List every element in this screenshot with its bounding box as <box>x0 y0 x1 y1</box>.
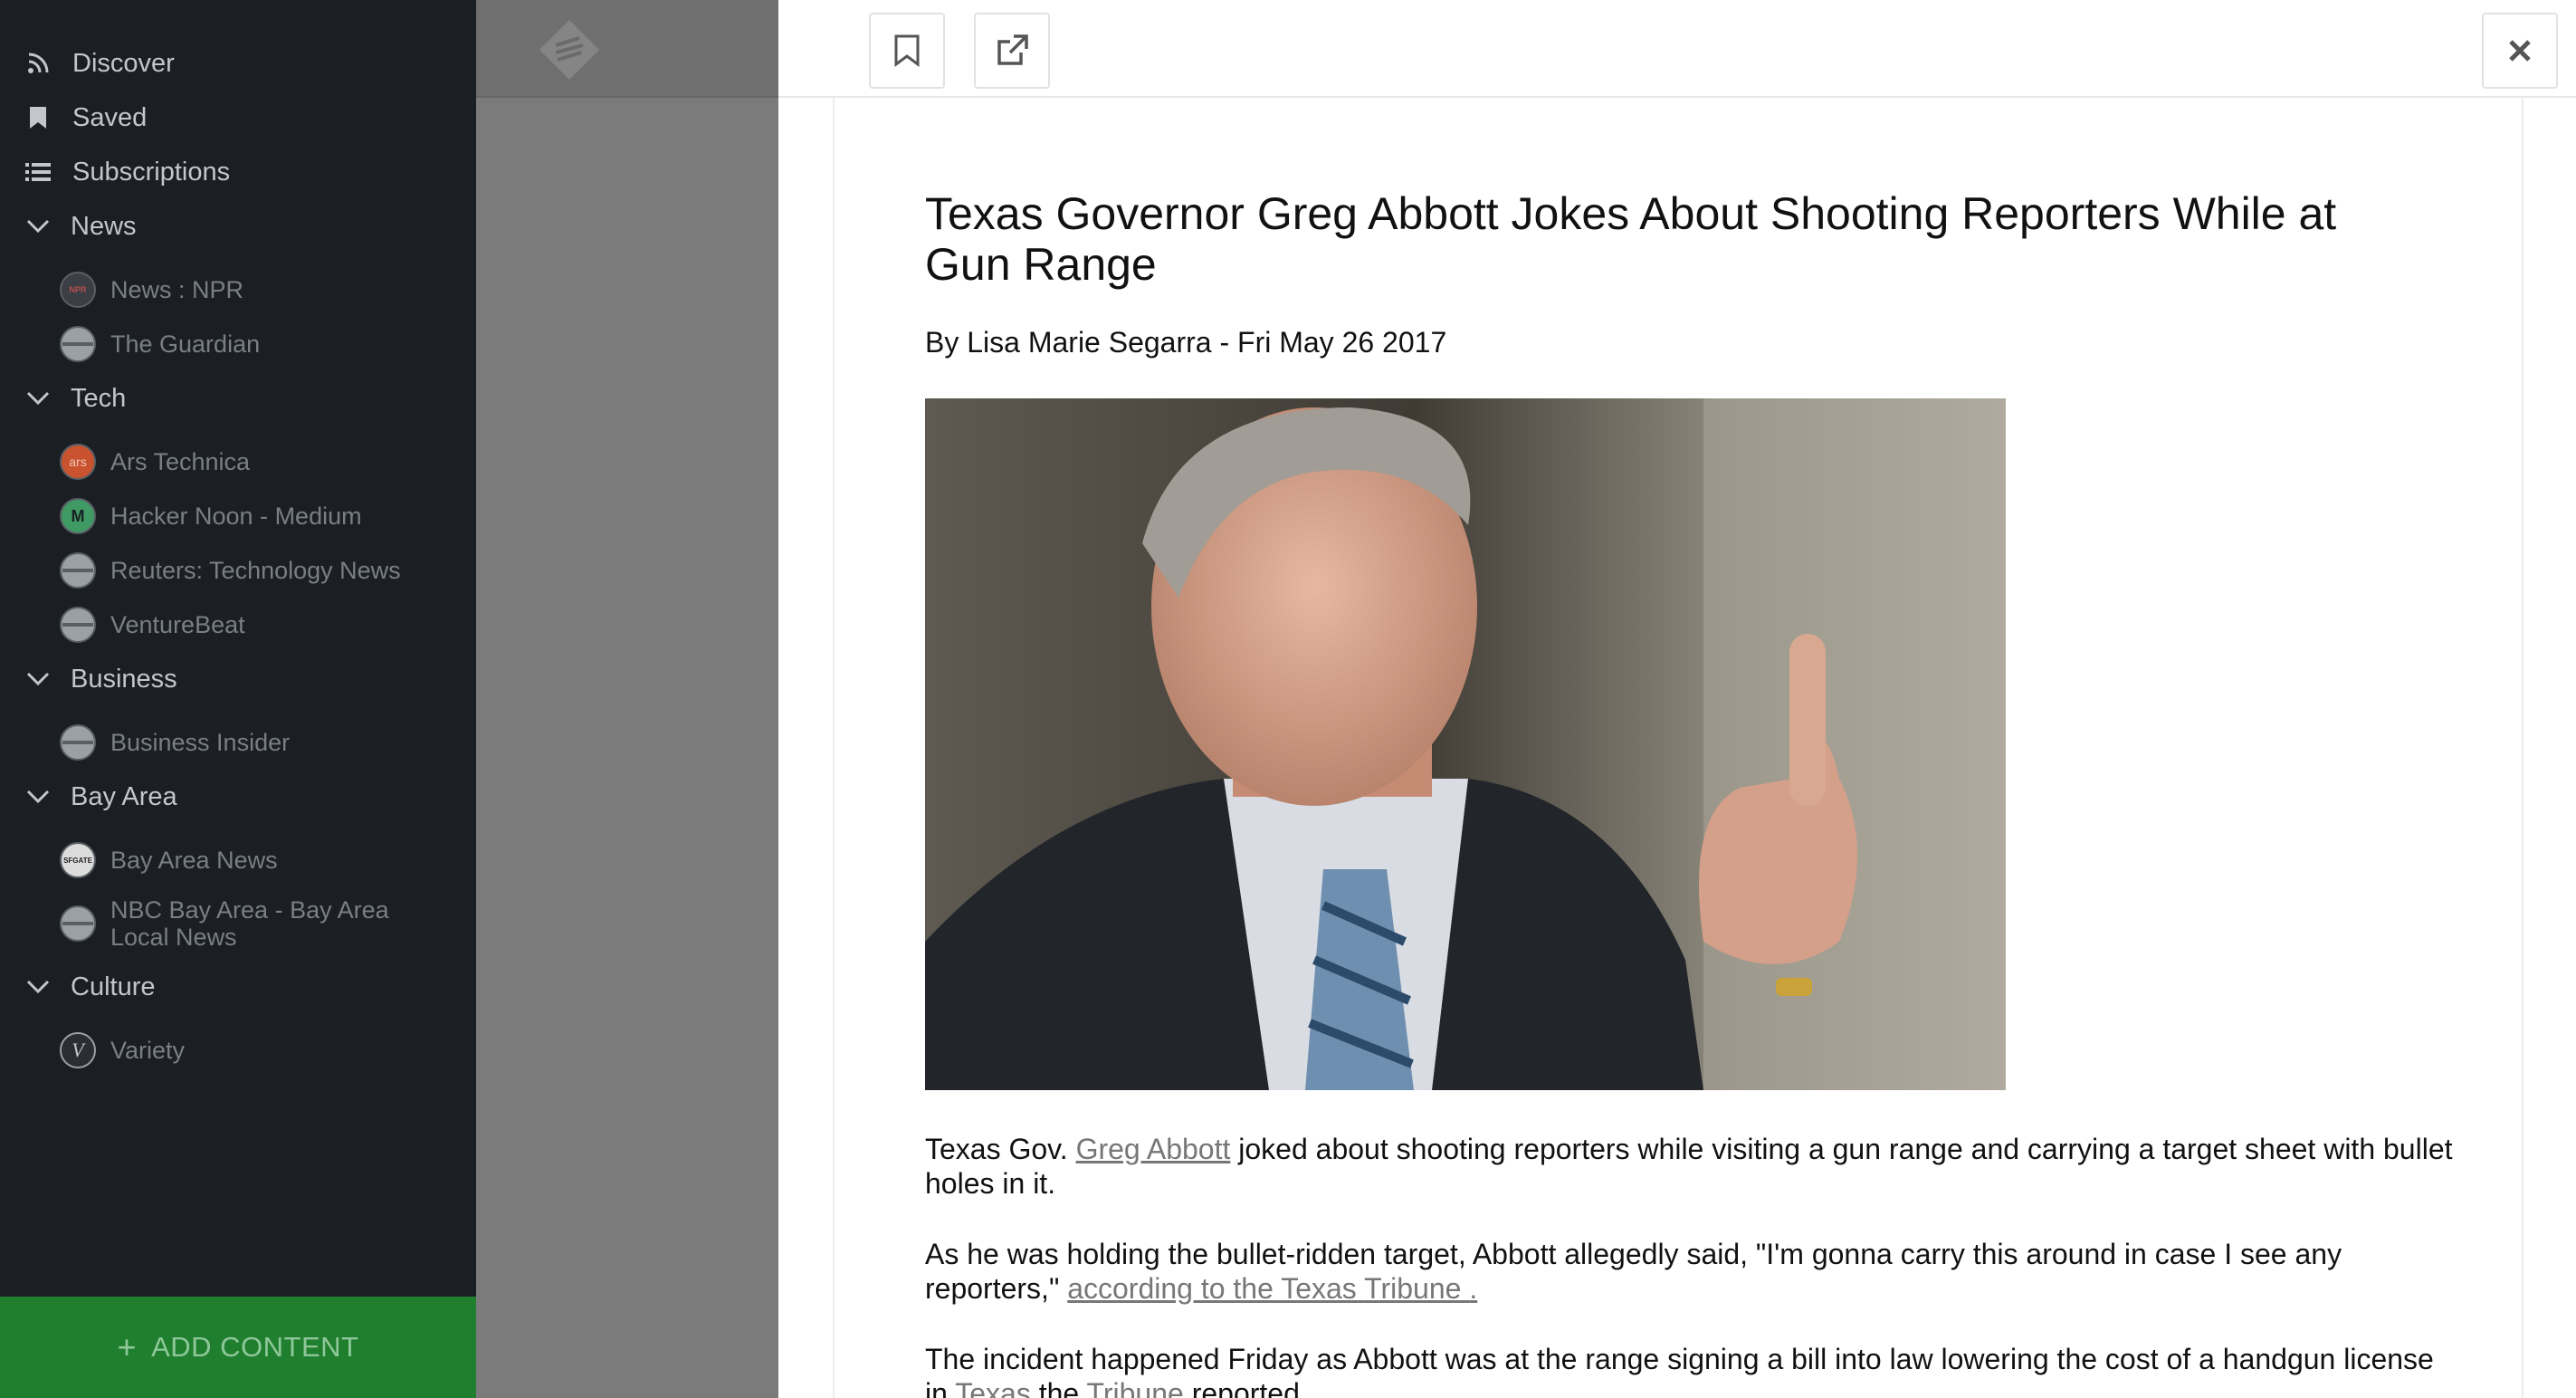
overlay-backdrop[interactable] <box>476 0 778 1398</box>
category-culture[interactable]: Culture <box>0 963 476 1010</box>
feed-nbc-bay-area[interactable]: NBC Bay Area - Bay Area Local News <box>0 895 476 953</box>
article-paragraph: As he was holding the bullet-ridden targ… <box>925 1237 2464 1306</box>
feed-label: Reuters: Technology News <box>110 556 401 584</box>
feed-label: Variety <box>110 1036 186 1064</box>
feed-label: NBC Bay Area - Bay Area Local News <box>110 896 389 951</box>
feed-favicon-icon <box>60 552 96 589</box>
article-byline: By Lisa Marie Segarra - Fri May 26 2017 <box>925 326 1447 359</box>
feed-label: Hacker Noon - Medium <box>110 502 362 530</box>
feed-bay-area-news[interactable]: SFGATE Bay Area News <box>0 840 476 880</box>
feed-favicon-icon <box>60 724 96 761</box>
rss-icon <box>24 49 52 78</box>
category-label: News <box>71 211 137 241</box>
chevron-down-icon <box>24 212 52 241</box>
feed-label: News : NPR <box>110 275 244 303</box>
feed-ars-technica[interactable]: ars Ars Technica <box>0 442 476 482</box>
period-link[interactable]: . <box>1469 1272 1477 1305</box>
article-body: Texas Governor Greg Abbott Jokes About S… <box>833 98 2524 1398</box>
category-tech[interactable]: Tech <box>0 375 476 422</box>
article-paragraph: The incident happened Friday as Abbott w… <box>925 1342 2464 1398</box>
open-original-button[interactable] <box>974 13 1050 89</box>
close-button[interactable] <box>2482 13 2558 89</box>
feed-variety[interactable]: V Variety <box>0 1030 476 1070</box>
feed-hacker-noon[interactable]: M Hacker Noon - Medium <box>0 496 476 536</box>
bookmark-icon <box>24 103 52 132</box>
nav-label: Discover <box>72 48 175 78</box>
feed-label: VentureBeat <box>110 610 245 638</box>
list-header <box>476 0 778 98</box>
feed-npr[interactable]: NPR News : NPR <box>0 270 476 310</box>
app-logo-icon <box>539 20 599 80</box>
ars-favicon: ars <box>60 444 96 480</box>
medium-favicon: M <box>60 498 96 534</box>
feed-label: Business Insider <box>110 728 291 756</box>
feed-favicon-icon <box>60 905 96 942</box>
feed-label: Ars Technica <box>110 447 251 475</box>
nav-subscriptions[interactable]: Subscriptions <box>0 148 476 196</box>
variety-favicon: V <box>60 1032 96 1068</box>
feed-favicon-icon <box>60 607 96 643</box>
paragraph-text: reported <box>1183 1377 1300 1398</box>
category-label: Tech <box>71 383 127 413</box>
nav-discover[interactable]: Discover <box>0 40 476 87</box>
close-icon <box>2509 40 2531 62</box>
article-reader: Texas Governor Greg Abbott Jokes About S… <box>778 0 2576 1398</box>
nav-label: Subscriptions <box>72 157 231 187</box>
chevron-down-icon <box>24 782 52 811</box>
reader-toolbar <box>778 0 2576 98</box>
paragraph-text: the <box>1030 1377 1087 1398</box>
chevron-down-icon <box>24 384 52 413</box>
nav-saved[interactable]: Saved <box>0 94 476 141</box>
category-business[interactable]: Business <box>0 656 476 703</box>
sidebar: Discover Saved Subscriptions News NPR Ne… <box>0 0 476 1398</box>
article-image <box>925 398 2006 1090</box>
feed-venturebeat[interactable]: VentureBeat <box>0 605 476 645</box>
feed-the-guardian[interactable]: The Guardian <box>0 324 476 364</box>
texas-tribune-link[interactable]: according to the Texas <box>1067 1272 1364 1305</box>
feed-reuters[interactable]: Reuters: Technology News <box>0 551 476 590</box>
texas-link[interactable]: Texas <box>955 1377 1031 1398</box>
category-label: Business <box>71 664 177 694</box>
feed-label: Bay Area News <box>110 846 278 874</box>
bookmark-button[interactable] <box>869 13 945 89</box>
chevron-down-icon <box>24 665 52 694</box>
chevron-down-icon <box>24 972 52 1001</box>
category-label: Bay Area <box>71 781 177 811</box>
list-icon <box>24 158 52 187</box>
bookmark-icon <box>894 34 920 67</box>
feed-favicon-icon <box>60 326 96 362</box>
category-bay-area[interactable]: Bay Area <box>0 773 476 820</box>
tribune-link[interactable]: Tribune <box>1364 1272 1469 1305</box>
external-link-icon <box>997 34 1028 65</box>
category-news[interactable]: News <box>0 203 476 250</box>
sfgate-favicon: SFGATE <box>60 842 96 878</box>
greg-abbott-link[interactable]: Greg Abbott <box>1076 1133 1231 1165</box>
paragraph-text: in <box>925 1377 956 1398</box>
npr-favicon: NPR <box>60 272 96 308</box>
add-content-label: ADD CONTENT <box>151 1331 359 1363</box>
feed-business-insider[interactable]: Business Insider <box>0 723 476 762</box>
plus-icon: + <box>117 1328 138 1365</box>
tribune-link-2[interactable]: Tribune <box>1087 1377 1184 1398</box>
paragraph-text: The incident happened Friday as Abbott w… <box>925 1343 2434 1375</box>
paragraph-text: Texas Gov. <box>925 1133 1076 1165</box>
category-label: Culture <box>71 972 156 1001</box>
article-title: Texas Governor Greg Abbott Jokes About S… <box>925 188 2337 290</box>
feed-label: The Guardian <box>110 330 261 358</box>
add-content-button[interactable]: + ADD CONTENT <box>0 1297 476 1398</box>
nav-label: Saved <box>72 102 148 132</box>
article-paragraph: Texas Gov. Greg Abbott joked about shoot… <box>925 1132 2464 1201</box>
